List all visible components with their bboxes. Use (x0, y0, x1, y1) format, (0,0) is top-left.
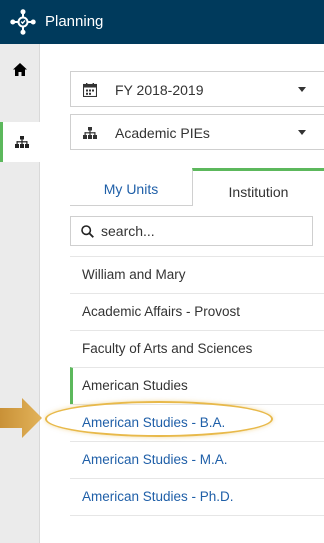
unit-link-american-studies-ba[interactable]: American Studies - B.A. (70, 404, 324, 441)
unit-search (70, 216, 313, 246)
fiscal-year-select[interactable]: FY 2018-2019 (70, 71, 324, 107)
home-icon (13, 62, 27, 76)
main-panel: FY 2018-2019 Academic PIEs My Units Inst… (40, 44, 324, 543)
planning-app: Planning FY 2018-2019 Academic PIEs My U… (0, 0, 324, 543)
unit-list-item[interactable]: Academic Affairs - Provost (70, 293, 324, 330)
tab-my-units[interactable]: My Units (70, 168, 192, 206)
unit-link-american-studies-phd[interactable]: American Studies - Ph.D. (70, 478, 324, 515)
chevron-down-icon (298, 87, 306, 92)
pie-set-value: Academic PIEs (115, 125, 210, 141)
unit-list-item[interactable]: Faculty of Arts and Sciences (70, 330, 324, 367)
search-input[interactable] (101, 221, 301, 241)
icon-rail (0, 44, 40, 543)
pie-set-select[interactable]: Academic PIEs (70, 114, 324, 150)
sitemap-icon (83, 127, 97, 139)
rail-org-hierarchy-button[interactable] (0, 122, 40, 162)
search-icon (81, 225, 94, 238)
chevron-down-icon (298, 130, 306, 135)
tabs-divider (70, 205, 192, 206)
unit-link-american-studies-ma[interactable]: American Studies - M.A. (70, 441, 324, 478)
network-logo-icon[interactable] (10, 9, 36, 35)
list-bottom-divider (70, 515, 324, 516)
fiscal-year-value: FY 2018-2019 (115, 82, 204, 98)
calendar-icon (83, 83, 97, 97)
rail-home-button[interactable] (0, 50, 40, 88)
sitemap-icon (14, 136, 29, 148)
unit-list-item[interactable]: William and Mary (70, 256, 324, 293)
app-title: Planning (45, 13, 104, 30)
tab-institution[interactable]: Institution (192, 168, 324, 206)
unit-list-item-selected[interactable]: American Studies (70, 367, 324, 404)
app-header: Planning (0, 0, 324, 44)
